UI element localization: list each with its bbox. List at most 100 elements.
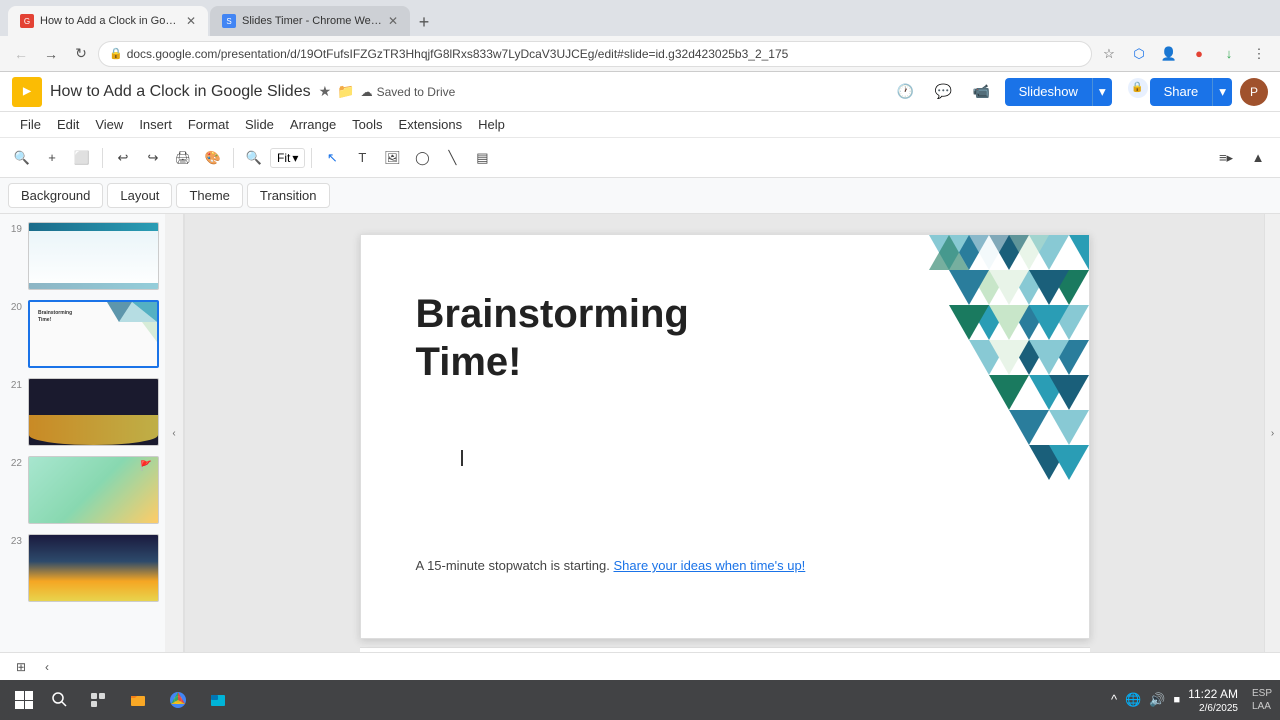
collapse-toolbar-button[interactable]: ▲	[1244, 144, 1272, 172]
bottom-nav-buttons: ⊞ ‹	[10, 656, 58, 678]
main-toolbar: 🔍 + ⬜ ↩ ↪ 🖨 🎨 🔍 Fit ▾ ↖ T 🖼 ◯ ╲ ▤ ≡▸ ▲	[0, 138, 1280, 178]
paint-format-button[interactable]: 🎨	[199, 144, 227, 172]
menu-extensions[interactable]: Extensions	[391, 115, 471, 134]
cursor-tool-button[interactable]: ↖	[318, 144, 346, 172]
panel-collapse-button[interactable]: ‹	[168, 424, 179, 443]
right-panel-collapse-button[interactable]: ›	[1271, 428, 1274, 439]
comments-icon[interactable]: 💬	[929, 77, 959, 107]
tray-chevron-icon[interactable]: ^	[1111, 692, 1117, 707]
save-status: ☁ Saved to Drive	[361, 85, 456, 99]
slide-item-23[interactable]: 23	[4, 530, 161, 606]
theme-button[interactable]: Theme	[176, 183, 242, 208]
comment-tool-button[interactable]: ▤	[468, 144, 496, 172]
image-tool-button[interactable]: ⬜	[68, 144, 96, 172]
search-tool-button[interactable]: 🔍	[8, 144, 36, 172]
keyboard-layout: ESP LAA	[1252, 687, 1272, 713]
share-dropdown-button[interactable]: ▾	[1212, 78, 1232, 106]
menu-insert[interactable]: Insert	[131, 115, 180, 134]
clock-display[interactable]: 11:22 AM 2/6/2025	[1188, 686, 1238, 714]
history-icon[interactable]: 🕐	[891, 77, 921, 107]
taskbar-search-button[interactable]	[44, 684, 76, 716]
menu-slide[interactable]: Slide	[237, 115, 282, 134]
undo-button[interactable]: ↩	[109, 144, 137, 172]
tab1-favicon: G	[20, 14, 34, 28]
lock-share-icon: 🔒	[1128, 78, 1148, 98]
redo-button[interactable]: ↪	[139, 144, 167, 172]
menu-tools[interactable]: Tools	[344, 115, 390, 134]
start-button[interactable]	[8, 684, 40, 716]
taskbar-chrome-button[interactable]	[160, 682, 196, 718]
cloud-icon: ☁	[361, 85, 373, 99]
taskbar: ^ 🌐 🔊 ■ 11:22 AM 2/6/2025 ESP LAA	[0, 680, 1280, 720]
tab2-favicon: S	[222, 14, 236, 28]
slideshow-button[interactable]: Slideshow	[1005, 78, 1092, 106]
image-insert-button[interactable]: 🖼	[378, 144, 406, 172]
menu-view[interactable]: View	[87, 115, 131, 134]
account-icon[interactable]: 👤	[1156, 41, 1182, 67]
address-bar[interactable]: 🔒 docs.google.com/presentation/d/19OtFuf…	[98, 41, 1092, 67]
zoom-fit-select[interactable]: Fit ▾	[270, 148, 305, 168]
speaker-icon[interactable]: 🔊	[1149, 692, 1165, 708]
panel-toggle-button[interactable]: ‹	[36, 656, 58, 678]
context-toolbar: Background Layout Theme Transition	[0, 178, 1280, 214]
background-button[interactable]: Background	[8, 183, 103, 208]
slide-canvas[interactable]: Brainstorming Time! A 15-minute stopwatc…	[360, 234, 1090, 639]
slide-thumb-19	[28, 222, 159, 290]
back-button[interactable]: ←	[8, 41, 34, 67]
forward-button[interactable]: →	[38, 41, 64, 67]
shape-tool-button[interactable]: ◯	[408, 144, 436, 172]
taskbar-tray: ^ 🌐 🔊 ■ 11:22 AM 2/6/2025 ESP LAA	[1111, 686, 1272, 714]
taskbar-files-button[interactable]	[120, 682, 156, 718]
tab1-close-icon[interactable]: ✕	[186, 14, 196, 28]
text-tool-button[interactable]: T	[348, 144, 376, 172]
notes-area[interactable]: Click to add speaker notes	[360, 647, 1090, 652]
menu-arrange[interactable]: Arrange	[282, 115, 344, 134]
slide-thumb-21	[28, 378, 159, 446]
line-tool-button[interactable]: ╲	[438, 144, 466, 172]
network-icon[interactable]: 🌐	[1125, 692, 1141, 708]
plus-button[interactable]: +	[38, 144, 66, 172]
tab-2[interactable]: S Slides Timer - Chrome Web St... ✕	[210, 6, 410, 36]
extensions-icon[interactable]: ⬡	[1126, 41, 1152, 67]
menu-edit[interactable]: Edit	[49, 115, 87, 134]
share-button[interactable]: Share	[1150, 78, 1213, 106]
slide-body[interactable]: A 15-minute stopwatch is starting. Share…	[416, 558, 806, 573]
transition-button[interactable]: Transition	[247, 183, 330, 208]
bottom-bar: ⊞ ‹	[0, 652, 1280, 680]
new-tab-button[interactable]: +	[410, 8, 438, 36]
folder-icon[interactable]: 📁	[337, 83, 354, 100]
slide-link[interactable]: Share your ideas when time's up!	[613, 558, 805, 573]
battery-icon[interactable]: ■	[1174, 694, 1181, 706]
slide-item-19[interactable]: 19	[4, 218, 161, 294]
slideshow-dropdown-button[interactable]: ▾	[1092, 78, 1112, 106]
geometric-pattern	[709, 235, 1089, 505]
slide-item-22[interactable]: 22	[4, 452, 161, 528]
menu-format[interactable]: Format	[180, 115, 237, 134]
plugin-icon-2[interactable]: ↓	[1216, 41, 1242, 67]
menu-help[interactable]: Help	[470, 115, 513, 134]
zoom-out-button[interactable]: 🔍	[240, 144, 268, 172]
slide-item-21[interactable]: 21	[4, 374, 161, 450]
plugin-icon-1[interactable]: ●	[1186, 41, 1212, 67]
reload-button[interactable]: ↻	[68, 41, 94, 67]
browser-menu-icon[interactable]: ⋮	[1246, 41, 1272, 67]
print-button[interactable]: 🖨	[169, 144, 197, 172]
user-avatar[interactable]: P	[1240, 78, 1268, 106]
align-tool-button[interactable]: ≡▸	[1212, 144, 1240, 172]
taskbar-taskview-button[interactable]	[80, 682, 116, 718]
slide-title[interactable]: Brainstorming Time!	[416, 290, 689, 386]
lock-icon: 🔒	[109, 47, 123, 60]
tab2-close-icon[interactable]: ✕	[388, 14, 398, 28]
menu-bar: File Edit View Insert Format Slide Arran…	[0, 112, 1280, 138]
address-text: docs.google.com/presentation/d/19OtFufsI…	[127, 47, 1081, 61]
slide-canvas-area[interactable]: Brainstorming Time! A 15-minute stopwatc…	[185, 214, 1264, 652]
grid-view-button[interactable]: ⊞	[10, 656, 32, 678]
tab-1[interactable]: G How to Add a Clock in Google ✕	[8, 6, 208, 36]
camera-icon[interactable]: 📹	[967, 77, 997, 107]
bookmark-icon[interactable]: ☆	[1096, 41, 1122, 67]
menu-file[interactable]: File	[12, 115, 49, 134]
star-icon[interactable]: ★	[319, 83, 332, 100]
layout-button[interactable]: Layout	[107, 183, 172, 208]
slide-item-20[interactable]: 20 BrainstormingTime!	[4, 296, 161, 372]
taskbar-explorer-button[interactable]	[200, 682, 236, 718]
